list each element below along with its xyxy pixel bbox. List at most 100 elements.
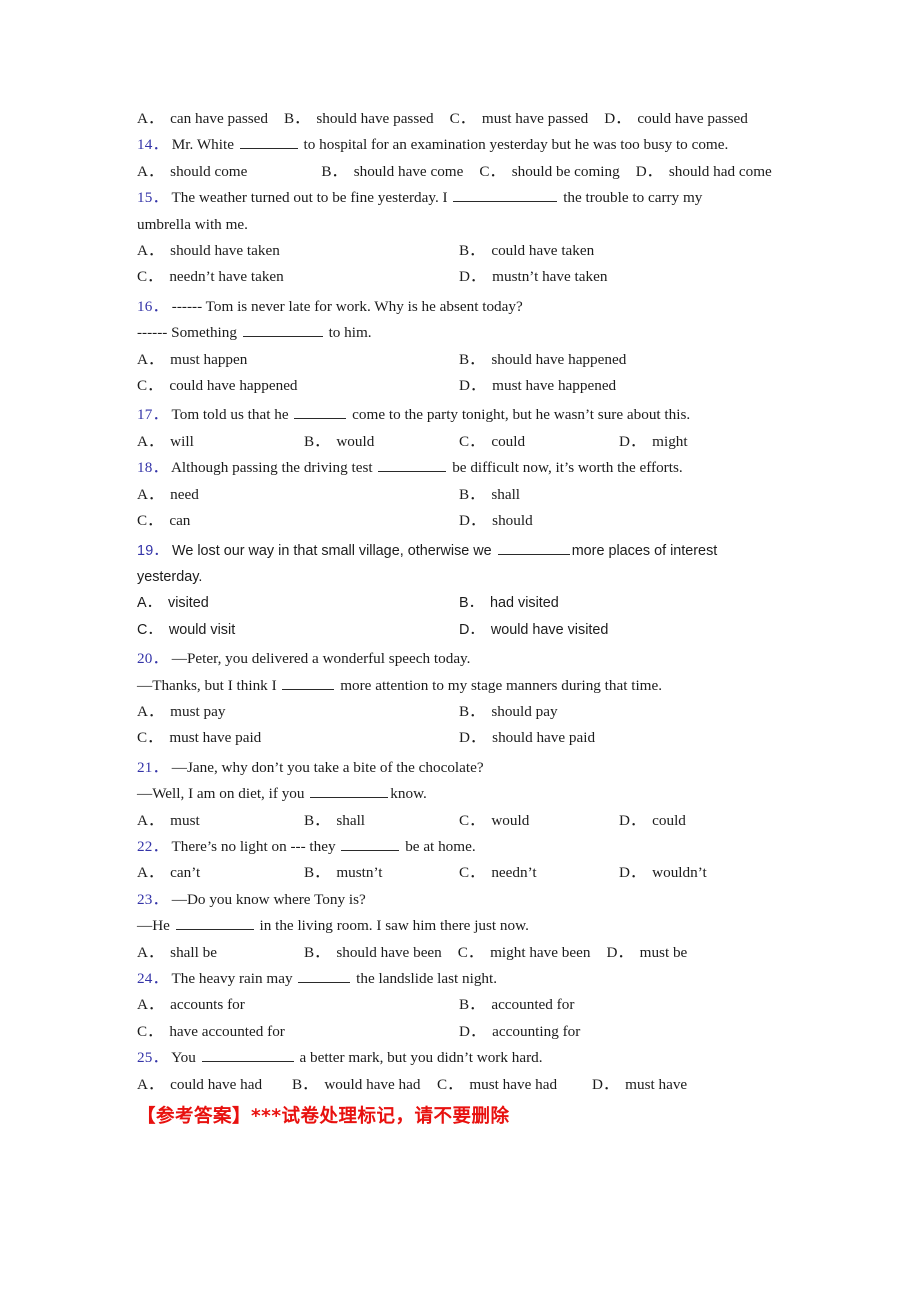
option-text: shall <box>491 485 521 503</box>
option-b[interactable]: Bshall <box>304 808 459 834</box>
option-b[interactable]: Bwould have had <box>292 1072 437 1098</box>
option-d[interactable]: Dmust have <box>592 1072 687 1098</box>
option-d[interactable]: Daccounting for <box>459 1019 580 1045</box>
question-number: 16 <box>137 298 168 315</box>
option-b[interactable]: Bshall <box>459 482 520 508</box>
option-text: can <box>169 512 191 530</box>
option-label: C <box>459 860 484 886</box>
option-b[interactable]: Bshould pay <box>459 699 558 725</box>
question-number: 21 <box>137 759 168 776</box>
answer-blank[interactable] <box>298 968 351 983</box>
question-block-q19: 19 We lost our way in that small village… <box>137 538 787 644</box>
dialogue-line-1: —Jane, why don’t you take a bite of the … <box>171 758 484 776</box>
option-c[interactable]: Cwould <box>459 808 619 834</box>
option-label: D <box>459 508 485 534</box>
answer-blank[interactable] <box>341 836 400 851</box>
option-d[interactable]: Dshould <box>459 508 533 534</box>
option-c[interactable]: Cmust have passed <box>450 106 589 132</box>
option-d[interactable]: Dwould have visited <box>459 617 608 643</box>
option-c[interactable]: Cneedn’t <box>459 860 619 886</box>
answer-blank[interactable] <box>175 915 254 931</box>
option-row: Acan’t Bmustn’t Cneedn’t Dwouldn’t <box>137 860 787 886</box>
option-text: should <box>492 512 533 530</box>
answer-blank[interactable] <box>497 540 570 555</box>
option-c[interactable]: Cwould visit <box>137 617 459 643</box>
option-c[interactable]: Cmight have been <box>458 940 591 966</box>
option-label: B <box>304 808 329 834</box>
option-a[interactable]: Ashould have taken <box>137 238 459 264</box>
option-b[interactable]: Baccounted for <box>459 992 574 1018</box>
option-label: A <box>137 860 163 886</box>
option-c[interactable]: Ccould have happened <box>137 373 459 399</box>
answer-blank[interactable] <box>282 675 335 690</box>
option-a[interactable]: Acan’t <box>137 860 304 886</box>
option-row: Ashould come Bshould have come Cshould b… <box>137 159 787 185</box>
option-b[interactable]: Bmustn’t <box>304 860 459 886</box>
option-a[interactable]: Amust <box>137 808 304 834</box>
option-a[interactable]: Ashould come <box>137 159 247 185</box>
answer-blank[interactable] <box>242 322 323 338</box>
option-b[interactable]: Bshould have come <box>321 159 463 185</box>
option-label: A <box>137 429 163 455</box>
dialogue-line-1: —Peter, you delivered a wonderful speech… <box>171 650 471 668</box>
option-b[interactable]: Bhad visited <box>459 590 559 616</box>
question-number: 14 <box>137 136 168 153</box>
option-b[interactable]: Bshould have happened <box>459 347 626 373</box>
option-a[interactable]: Acould have had <box>137 1072 292 1098</box>
option-b[interactable]: Bshould have been <box>304 940 442 966</box>
option-row-ab: Avisited Bhad visited <box>137 590 787 616</box>
answer-blank[interactable] <box>453 187 558 203</box>
option-c[interactable]: Cshould be coming <box>479 159 619 185</box>
answer-blank[interactable] <box>239 134 298 150</box>
option-text: must be <box>639 943 688 961</box>
option-label: C <box>459 808 484 834</box>
answer-blank[interactable] <box>201 1047 294 1063</box>
option-b[interactable]: Bwould <box>304 429 459 455</box>
option-b[interactable]: Bshould have passed <box>284 106 434 132</box>
option-d[interactable]: Dmight <box>619 429 688 455</box>
option-a[interactable]: Awill <box>137 429 304 455</box>
option-c[interactable]: Cmust have paid <box>137 725 459 751</box>
option-text: have accounted for <box>169 1022 285 1040</box>
stem-before-blank: Although passing the driving test <box>170 459 373 477</box>
option-a[interactable]: Acan have passed <box>137 106 268 132</box>
option-a[interactable]: Avisited <box>137 590 459 616</box>
option-d[interactable]: Dshould had come <box>636 159 772 185</box>
option-label: C <box>450 106 475 132</box>
option-text: would <box>491 811 530 829</box>
option-a[interactable]: Amust pay <box>137 699 459 725</box>
question-block-q13-options: Acan have passed Bshould have passed Cmu… <box>137 106 787 132</box>
option-a[interactable]: Amust happen <box>137 347 459 373</box>
option-d[interactable]: Dmust be <box>606 940 687 966</box>
option-d[interactable]: Dmustn’t have taken <box>459 264 607 290</box>
answer-blank[interactable] <box>294 405 347 420</box>
option-c[interactable]: Cmust have had <box>437 1072 592 1098</box>
question-stem: 17 Tom told us that he come to the party… <box>137 402 787 428</box>
option-text: must have paid <box>169 729 262 747</box>
option-text: should pay <box>491 702 558 720</box>
option-b[interactable]: Bcould have taken <box>459 238 594 264</box>
option-row: Acan have passed Bshould have passed Cmu… <box>137 106 787 132</box>
answer-blank[interactable] <box>378 457 447 473</box>
dialogue-line-2-before: —Well, I am on diet, if you <box>137 785 305 803</box>
option-c[interactable]: Ccould <box>459 429 619 455</box>
option-label: A <box>137 992 163 1018</box>
option-text: would visit <box>168 621 236 638</box>
option-label: A <box>137 699 163 725</box>
option-text: must have happened <box>492 377 617 395</box>
option-text: should come <box>170 162 248 180</box>
option-label: A <box>137 590 161 616</box>
option-c[interactable]: Ccan <box>137 508 459 534</box>
option-c[interactable]: Cneedn’t have taken <box>137 264 459 290</box>
option-c[interactable]: Chave accounted for <box>137 1019 459 1045</box>
option-a[interactable]: Aaccounts for <box>137 992 459 1018</box>
answer-blank[interactable] <box>310 783 389 799</box>
option-d[interactable]: Dshould have paid <box>459 725 595 751</box>
option-d[interactable]: Dcould <box>619 808 686 834</box>
option-d[interactable]: Dmust have happened <box>459 373 616 399</box>
option-a[interactable]: Aneed <box>137 482 459 508</box>
option-d[interactable]: Dwouldn’t <box>619 860 707 886</box>
option-d[interactable]: Dcould have passed <box>604 106 748 132</box>
option-a[interactable]: Ashall be <box>137 940 304 966</box>
option-text: shall <box>336 811 366 829</box>
